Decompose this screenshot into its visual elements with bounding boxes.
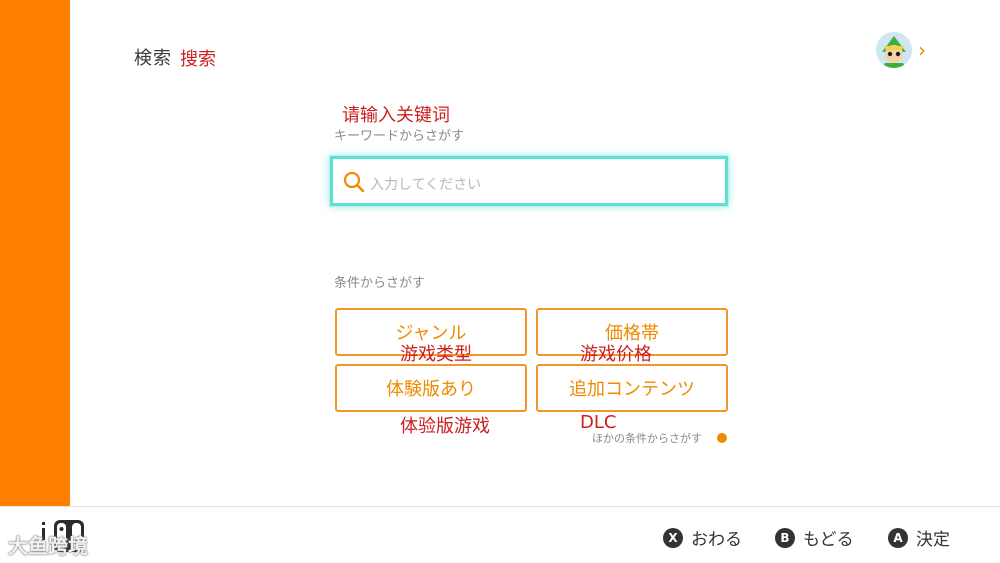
demo-available-button[interactable]: 体験版あり <box>335 364 527 412</box>
page-title-annotation: 搜索 <box>180 49 216 70</box>
hint-confirm[interactable]: A 決定 <box>888 525 950 550</box>
other-conditions-dot-icon <box>717 433 727 443</box>
chevron-right-icon[interactable]: › <box>918 38 926 62</box>
x-button-icon: X <box>663 527 683 548</box>
avatar-character-icon <box>876 32 912 68</box>
price-annotation: 游戏价格 <box>580 344 652 365</box>
watermark: 大鱼跨境 <box>8 534 88 558</box>
keyword-annotation: 请输入关键词 <box>342 105 450 126</box>
hint-quit[interactable]: X おわる <box>663 525 742 550</box>
keyword-section-label: キーワードからさがす <box>334 129 465 144</box>
search-icon <box>343 171 365 193</box>
page-title: 検索 <box>134 48 172 69</box>
search-input[interactable]: 入力してください <box>330 156 728 206</box>
footer-divider <box>0 506 1000 507</box>
conditions-section-label: 条件からさがす <box>334 276 426 291</box>
hint-quit-label: おわる <box>691 530 742 550</box>
user-avatar[interactable] <box>876 32 912 68</box>
search-placeholder: 入力してください <box>370 177 482 193</box>
hint-back[interactable]: B もどる <box>775 525 854 550</box>
demo-annotation: 体验版游戏 <box>400 416 490 437</box>
hint-confirm-label: 決定 <box>916 530 950 550</box>
other-conditions-link[interactable]: ほかの条件からさがす <box>592 430 702 446</box>
b-button-icon: B <box>775 527 795 548</box>
genre-annotation: 游戏类型 <box>400 344 472 365</box>
eshop-search-screen: 検索 搜索 › 请输入关键词 キーワードからさがす 入力してください 条件からさ… <box>0 0 1000 563</box>
hint-back-label: もどる <box>803 530 854 550</box>
a-button-icon: A <box>888 527 908 548</box>
dlc-button[interactable]: 追加コンテンツ <box>536 364 728 412</box>
orange-sidebar <box>0 0 70 506</box>
